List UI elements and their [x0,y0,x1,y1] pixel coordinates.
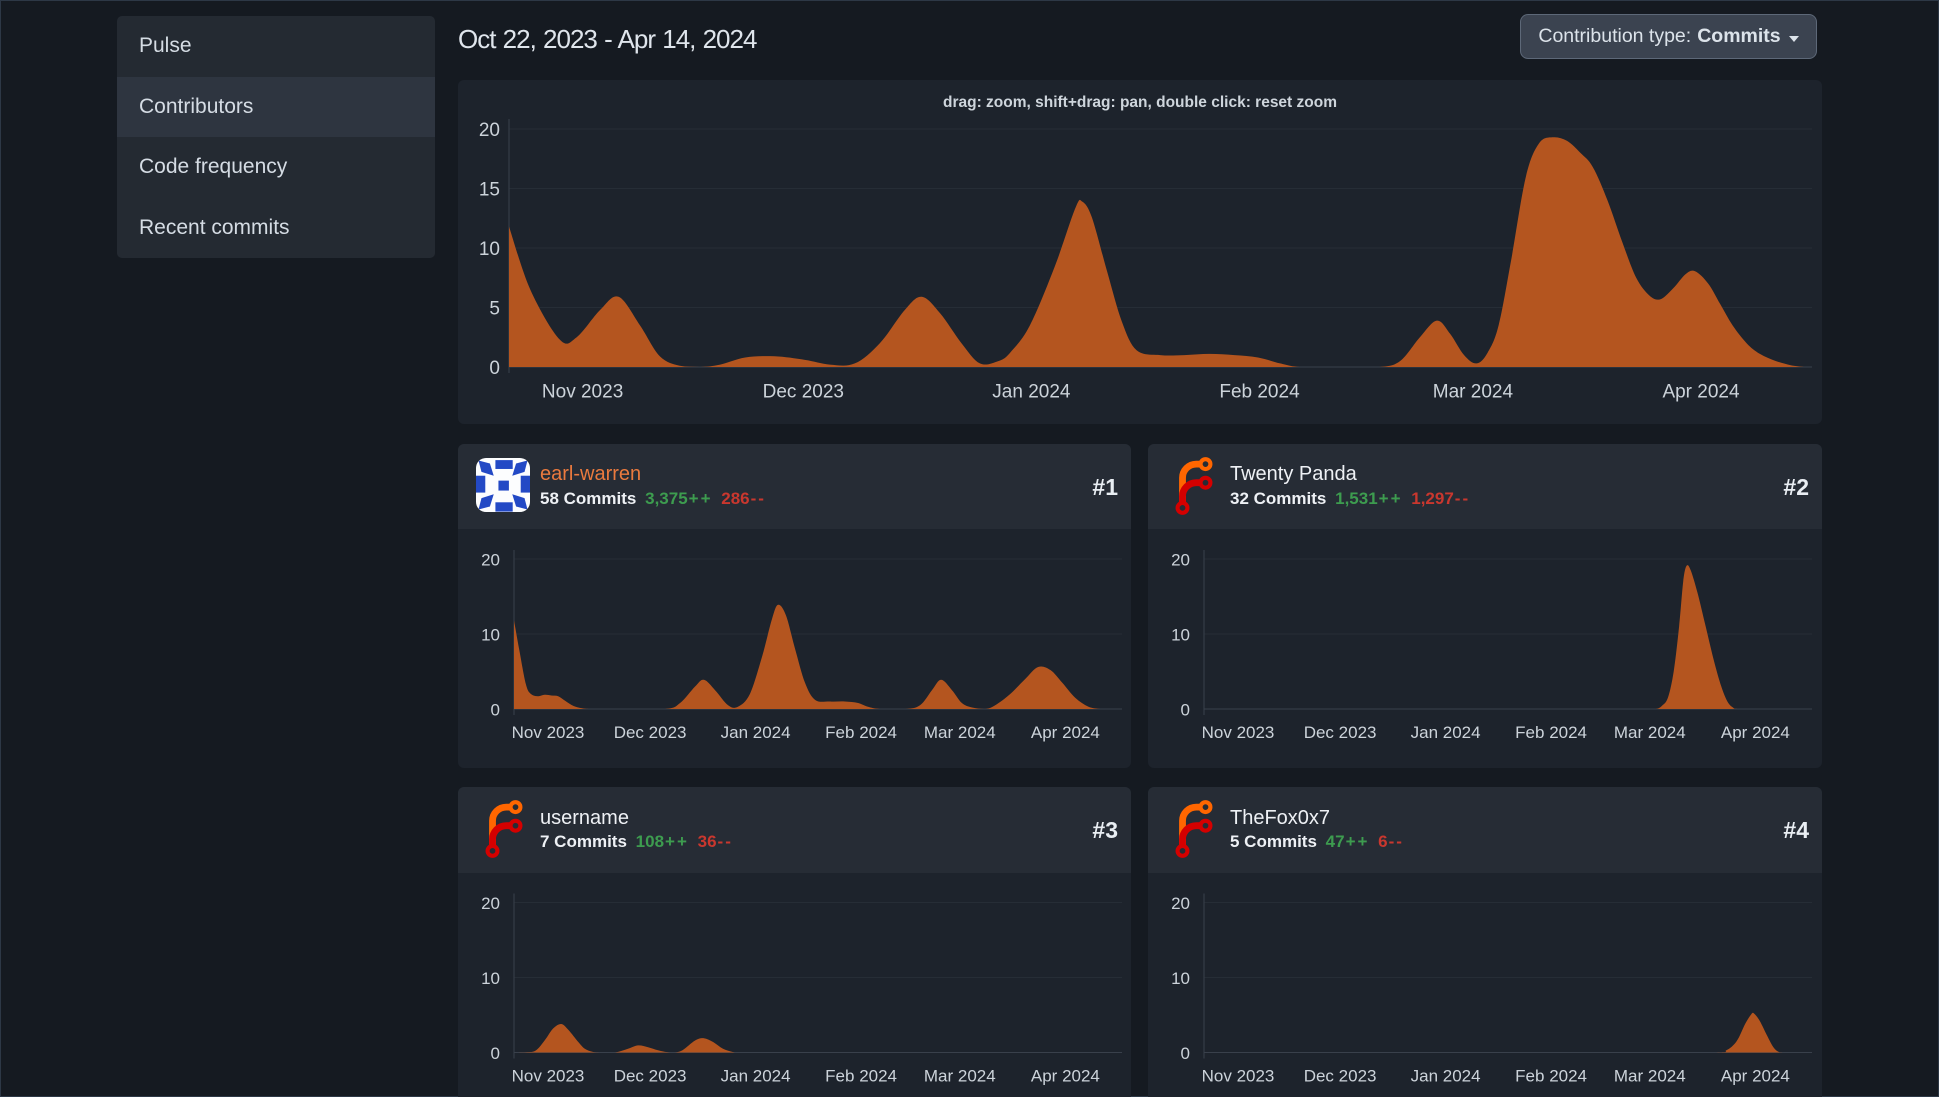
svg-text:Dec 2023: Dec 2023 [1304,1067,1377,1086]
svg-text:Mar 2024: Mar 2024 [1614,1067,1686,1086]
svg-text:Jan 2024: Jan 2024 [1411,723,1481,742]
svg-text:Dec 2023: Dec 2023 [614,723,687,742]
svg-text:Apr 2024: Apr 2024 [1031,1067,1100,1086]
svg-text:Jan 2024: Jan 2024 [992,382,1071,403]
svg-text:Dec 2023: Dec 2023 [614,1067,687,1086]
svg-text:Apr 2024: Apr 2024 [1721,1067,1790,1086]
svg-text:0: 0 [1181,1044,1190,1063]
svg-text:Feb 2024: Feb 2024 [1515,1067,1587,1086]
svg-text:Mar 2024: Mar 2024 [924,1067,996,1086]
svg-text:0: 0 [491,1044,500,1063]
svg-text:Nov 2023: Nov 2023 [1202,1067,1275,1086]
svg-text:20: 20 [481,551,500,570]
svg-text:Dec 2023: Dec 2023 [763,382,844,403]
svg-text:5: 5 [489,299,500,320]
svg-text:10: 10 [1171,969,1190,988]
svg-text:0: 0 [1181,701,1190,720]
svg-text:Apr 2024: Apr 2024 [1662,382,1740,403]
svg-text:Jan 2024: Jan 2024 [721,1067,791,1086]
svg-text:Feb 2024: Feb 2024 [825,1067,897,1086]
svg-text:Nov 2023: Nov 2023 [512,1067,585,1086]
svg-text:15: 15 [479,180,500,201]
svg-text:Mar 2024: Mar 2024 [924,723,996,742]
svg-text:Jan 2024: Jan 2024 [721,723,791,742]
svg-text:10: 10 [481,969,500,988]
svg-text:10: 10 [1171,626,1190,645]
svg-text:Feb 2024: Feb 2024 [1515,723,1587,742]
svg-text:20: 20 [479,120,500,141]
svg-text:Nov 2023: Nov 2023 [512,723,585,742]
svg-text:Feb 2024: Feb 2024 [825,723,897,742]
svg-text:Feb 2024: Feb 2024 [1219,382,1300,403]
svg-text:10: 10 [481,626,500,645]
svg-text:20: 20 [1171,551,1190,570]
svg-text:Dec 2023: Dec 2023 [1304,723,1377,742]
svg-text:Apr 2024: Apr 2024 [1031,723,1100,742]
svg-text:Mar 2024: Mar 2024 [1433,382,1514,403]
svg-text:Apr 2024: Apr 2024 [1721,723,1790,742]
svg-text:Nov 2023: Nov 2023 [542,382,623,403]
svg-text:Jan 2024: Jan 2024 [1411,1067,1481,1086]
svg-text:Mar 2024: Mar 2024 [1614,723,1686,742]
svg-text:10: 10 [479,239,500,260]
svg-text:20: 20 [481,894,500,913]
svg-text:0: 0 [489,358,500,379]
svg-text:0: 0 [491,701,500,720]
svg-text:Nov 2023: Nov 2023 [1202,723,1275,742]
svg-text:20: 20 [1171,894,1190,913]
